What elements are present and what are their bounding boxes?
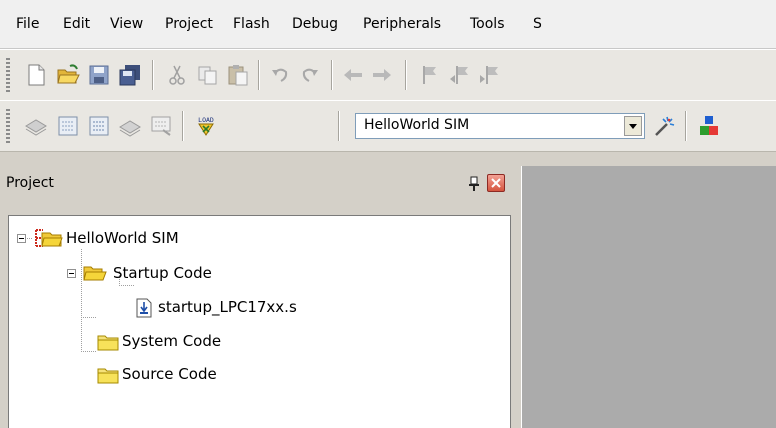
new-file-icon[interactable] (24, 63, 48, 87)
collapse-icon[interactable] (17, 234, 26, 243)
toolbar-grip[interactable] (6, 58, 10, 92)
build-toolbar: LOAD HelloWorld SIM (0, 100, 776, 152)
nav-forward-icon[interactable] (370, 63, 394, 87)
project-root-icon (35, 229, 63, 247)
tree-file[interactable]: startup_LPC17xx.s (9, 296, 329, 318)
menu-flash[interactable]: Flash (233, 14, 270, 34)
tree-group-label: Startup Code (113, 264, 212, 282)
menu-project[interactable]: Project (165, 14, 213, 34)
undo-icon[interactable] (268, 63, 292, 87)
copy-icon[interactable] (196, 63, 220, 87)
editor-area[interactable] (521, 166, 776, 428)
tree-root[interactable]: HelloWorld SIM (9, 227, 309, 249)
nav-back-icon[interactable] (341, 63, 365, 87)
target-select[interactable]: HelloWorld SIM (355, 113, 645, 139)
menu-view[interactable]: View (110, 14, 143, 34)
manage-components-icon[interactable] (697, 114, 721, 138)
tree-group[interactable]: Source Code (9, 363, 309, 385)
stop-build-icon[interactable] (149, 114, 173, 138)
paste-icon[interactable] (226, 63, 250, 87)
target-options-icon[interactable] (652, 114, 676, 138)
load-icon[interactable]: LOAD (194, 114, 218, 138)
file-toolbar (0, 49, 776, 101)
project-panel: Project HelloWorld SIM Startup Code star… (0, 166, 521, 428)
toolbar-separator (405, 60, 407, 90)
folder-icon (97, 335, 119, 351)
load-icon-text: LOAD (198, 116, 214, 124)
tree-group-label: Source Code (122, 365, 217, 383)
bookmark-icon[interactable] (418, 63, 442, 87)
menu-file[interactable]: File (16, 14, 39, 34)
save-icon[interactable] (87, 63, 111, 87)
build-icon[interactable] (56, 114, 80, 138)
tree-group-label: System Code (122, 332, 222, 350)
menu-debug[interactable]: Debug (292, 14, 338, 34)
tree-group[interactable]: System Code (9, 330, 309, 352)
menu-peripherals[interactable]: Peripherals (363, 14, 441, 34)
toolbar-separator (338, 111, 340, 141)
bookmark-prev-icon[interactable] (448, 63, 472, 87)
menu-bar: File Edit View Project Flash Debug Perip… (0, 0, 776, 49)
toolbar-separator (685, 111, 687, 141)
redo-icon[interactable] (298, 63, 322, 87)
menu-edit[interactable]: Edit (63, 14, 90, 34)
save-all-icon[interactable] (118, 63, 142, 87)
close-icon[interactable] (487, 174, 505, 192)
toolbar-grip[interactable] (6, 109, 10, 143)
target-select-value: HelloWorld SIM (364, 117, 470, 133)
toolbar-separator (182, 111, 184, 141)
collapse-icon[interactable] (67, 269, 76, 278)
project-panel-header: Project (0, 166, 521, 202)
project-panel-title: Project (6, 175, 54, 191)
pin-icon[interactable] (467, 176, 481, 192)
asm-file-icon (136, 298, 152, 318)
tree-connector (119, 285, 135, 286)
folder-icon (97, 368, 119, 384)
translate-icon[interactable] (24, 114, 48, 138)
open-folder-icon[interactable] (56, 63, 80, 87)
cut-icon[interactable] (165, 63, 189, 87)
batch-build-icon[interactable] (118, 114, 142, 138)
toolbar-separator (152, 60, 154, 90)
toolbar-separator (331, 60, 333, 90)
toolbar-separator (258, 60, 260, 90)
rebuild-icon[interactable] (87, 114, 111, 138)
bookmark-next-icon[interactable] (478, 63, 502, 87)
chevron-down-icon[interactable] (624, 116, 642, 136)
tree-file-label: startup_LPC17xx.s (158, 298, 297, 316)
menu-tools[interactable]: Tools (470, 14, 505, 34)
menu-svcs[interactable]: S (533, 14, 542, 34)
folder-open-icon (83, 266, 107, 281)
tree-group[interactable]: Startup Code (9, 262, 309, 284)
project-tree[interactable]: HelloWorld SIM Startup Code startup_LPC1… (8, 215, 511, 428)
tree-root-label: HelloWorld SIM (66, 229, 179, 247)
